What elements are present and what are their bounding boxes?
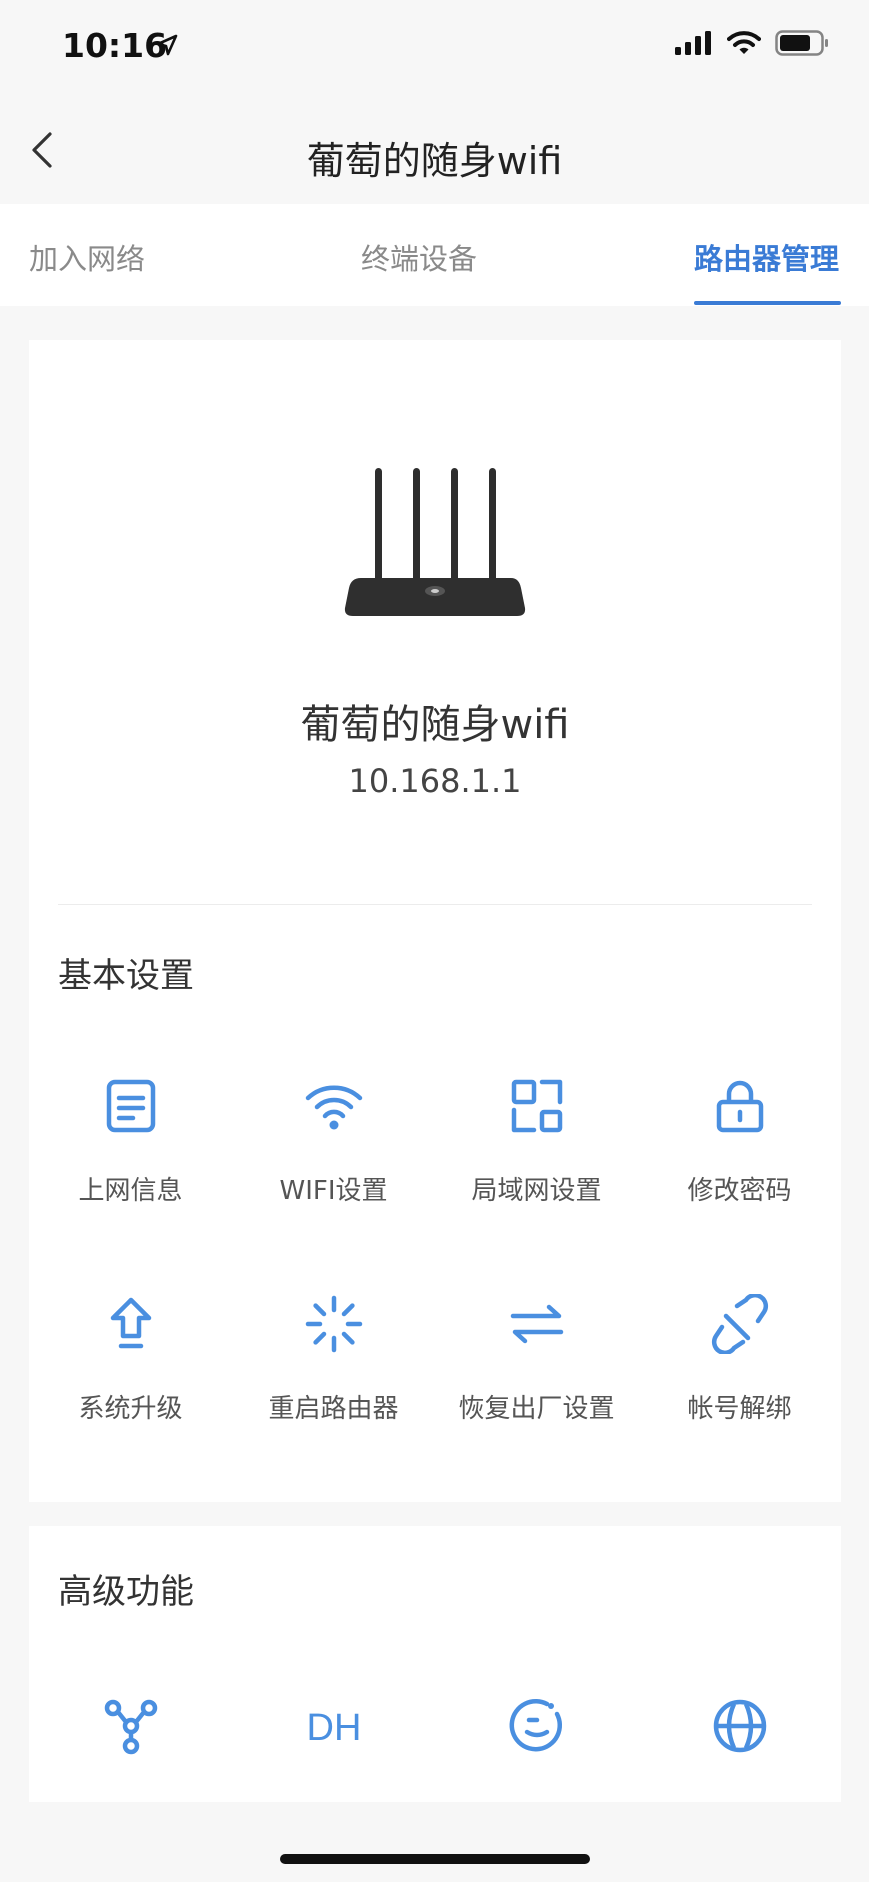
unbind-account-button[interactable]: 帐号解绑 xyxy=(638,1294,841,1425)
dhcp-glyph: DH xyxy=(306,1707,361,1749)
tab-join-network[interactable]: 加入网络 xyxy=(29,236,145,278)
wifi-signal-icon xyxy=(727,31,761,54)
wifi-settings-label: WIFI设置 xyxy=(279,1176,388,1206)
lock-icon xyxy=(716,1080,763,1133)
network-nodes-icon xyxy=(104,1699,157,1755)
advanced-features-title: 高级功能 xyxy=(58,1572,194,1612)
router-ip: 10.168.1.1 xyxy=(348,762,522,800)
divider xyxy=(58,904,812,905)
globe-icon xyxy=(713,1699,766,1753)
swap-arrows-icon xyxy=(510,1304,563,1344)
location-arrow-icon xyxy=(156,34,178,56)
smile-icon xyxy=(509,1698,562,1752)
upload-arrow-icon xyxy=(110,1297,151,1349)
unlink-icon xyxy=(711,1294,768,1354)
status-indicators xyxy=(675,30,829,56)
page-title: 葡萄的随身wifi xyxy=(306,139,563,183)
wifi-icon xyxy=(305,1085,362,1130)
advanced-features-card: 高级功能 DH xyxy=(29,1526,841,1804)
factory-reset-label: 恢复出厂设置 xyxy=(458,1394,615,1424)
internet-info-label: 上网信息 xyxy=(78,1176,183,1206)
system-upgrade-button[interactable]: 系统升级 xyxy=(29,1294,232,1425)
router-image xyxy=(344,468,526,616)
advanced-item-globe[interactable] xyxy=(638,1696,841,1756)
advanced-item-dhcp[interactable]: DH xyxy=(232,1696,435,1756)
tab-terminal-devices[interactable]: 终端设备 xyxy=(361,236,477,278)
unbind-account-label: 帐号解绑 xyxy=(687,1394,792,1424)
router-name: 葡萄的随身wifi xyxy=(300,702,570,748)
wifi-settings-button[interactable]: WIFI设置 xyxy=(232,1076,435,1207)
restart-router-label: 重启路由器 xyxy=(268,1394,399,1424)
router-card: 葡萄的随身wifi 10.168.1.1 基本设置 上网信息 WIFI设置 局域… xyxy=(29,340,841,1502)
active-tab-indicator xyxy=(694,301,841,305)
change-password-button[interactable]: 修改密码 xyxy=(638,1076,841,1207)
lan-settings-button[interactable]: 局域网设置 xyxy=(435,1076,638,1207)
document-icon xyxy=(106,1079,155,1133)
status-bar: 10:16 xyxy=(0,0,869,96)
lan-settings-label: 局域网设置 xyxy=(471,1176,602,1206)
restart-router-button[interactable]: 重启路由器 xyxy=(232,1294,435,1425)
factory-reset-button[interactable]: 恢复出厂设置 xyxy=(435,1294,638,1425)
bottom-safe-area xyxy=(0,1802,869,1882)
internet-info-button[interactable]: 上网信息 xyxy=(29,1076,232,1207)
basic-settings-title: 基本设置 xyxy=(58,956,194,996)
dhcp-icon: DH xyxy=(306,1707,361,1749)
status-time: 10:16 xyxy=(62,26,168,65)
system-upgrade-label: 系统升级 xyxy=(78,1394,183,1424)
navigation-bar: 葡萄的随身wifi xyxy=(0,96,869,204)
loading-spinner-icon xyxy=(305,1295,362,1353)
advanced-item-network[interactable] xyxy=(29,1696,232,1756)
tab-router-management[interactable]: 路由器管理 xyxy=(694,236,839,278)
cellular-signal-icon xyxy=(675,31,711,55)
battery-icon xyxy=(775,30,828,56)
home-indicator[interactable] xyxy=(280,1854,590,1864)
tab-bar: 加入网络 终端设备 路由器管理 xyxy=(0,204,869,306)
change-password-label: 修改密码 xyxy=(687,1176,792,1206)
advanced-item-smile[interactable] xyxy=(435,1696,638,1756)
lan-layout-icon xyxy=(511,1079,562,1133)
